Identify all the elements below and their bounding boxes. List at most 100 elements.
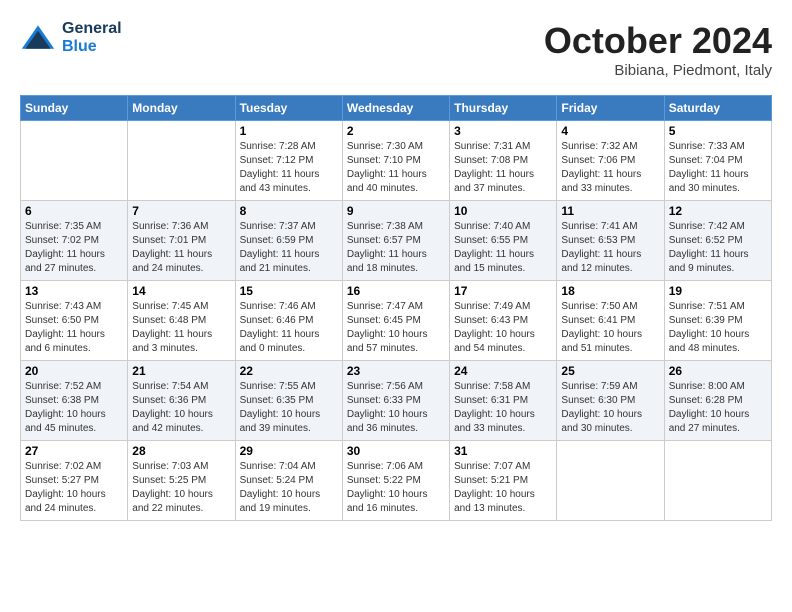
day-cell: 27 Sunrise: 7:02 AMSunset: 5:27 PMDayligh… [21,441,128,521]
header-tuesday: Tuesday [235,96,342,121]
header-thursday: Thursday [450,96,557,121]
header-friday: Friday [557,96,664,121]
calendar-table: SundayMondayTuesdayWednesdayThursdayFrid… [20,95,772,521]
day-cell: 4 Sunrise: 7:32 AMSunset: 7:06 PMDaylight… [557,121,664,201]
day-info: Sunrise: 8:00 AMSunset: 6:28 PMDaylight:… [669,380,767,436]
month-title: October 2024 [544,20,772,62]
day-cell [664,441,771,521]
day-info: Sunrise: 7:56 AMSunset: 6:33 PMDaylight:… [347,380,445,436]
day-info: Sunrise: 7:06 AMSunset: 5:22 PMDaylight:… [347,460,445,516]
day-info: Sunrise: 7:49 AMSunset: 6:43 PMDaylight:… [454,300,552,356]
day-number: 18 [561,284,659,298]
day-number: 23 [347,364,445,378]
day-number: 22 [240,364,338,378]
day-number: 28 [132,444,230,458]
day-number: 15 [240,284,338,298]
location-subtitle: Bibiana, Piedmont, Italy [544,62,772,79]
day-info: Sunrise: 7:02 AMSunset: 5:27 PMDaylight:… [25,460,123,516]
day-info: Sunrise: 7:52 AMSunset: 6:38 PMDaylight:… [25,380,123,436]
day-cell: 22 Sunrise: 7:55 AMSunset: 6:35 PMDayligh… [235,361,342,441]
logo-text: General Blue [62,20,122,56]
day-number: 2 [347,124,445,138]
day-info: Sunrise: 7:43 AMSunset: 6:50 PMDaylight:… [25,300,123,356]
day-cell: 16Sunrise: 7:47 AMSunset: 6:45 PMDayligh… [342,281,449,361]
day-info: Sunrise: 7:55 AMSunset: 6:35 PMDaylight:… [240,380,338,436]
day-cell: 1 Sunrise: 7:28 AMSunset: 7:12 PMDaylight… [235,121,342,201]
day-number: 19 [669,284,767,298]
day-cell: 19Sunrise: 7:51 AMSunset: 6:39 PMDayligh… [664,281,771,361]
day-number: 25 [561,364,659,378]
day-cell: 21 Sunrise: 7:54 AMSunset: 6:36 PMDayligh… [128,361,235,441]
day-info: Sunrise: 7:07 AMSunset: 5:21 PMDaylight:… [454,460,552,516]
day-info: Sunrise: 7:37 AMSunset: 6:59 PMDaylight:… [240,220,338,276]
day-cell: 8 Sunrise: 7:37 AMSunset: 6:59 PMDaylight… [235,201,342,281]
header-saturday: Saturday [664,96,771,121]
day-cell: 3 Sunrise: 7:31 AMSunset: 7:08 PMDaylight… [450,121,557,201]
day-info: Sunrise: 7:41 AMSunset: 6:53 PMDaylight:… [561,220,659,276]
header-sunday: Sunday [21,96,128,121]
day-info: Sunrise: 7:38 AMSunset: 6:57 PMDaylight:… [347,220,445,276]
day-cell: 7 Sunrise: 7:36 AMSunset: 7:01 PMDaylight… [128,201,235,281]
day-number: 30 [347,444,445,458]
day-info: Sunrise: 7:59 AMSunset: 6:30 PMDaylight:… [561,380,659,436]
day-info: Sunrise: 7:54 AMSunset: 6:36 PMDaylight:… [132,380,230,436]
day-cell: 9Sunrise: 7:38 AMSunset: 6:57 PMDaylight… [342,201,449,281]
day-info: Sunrise: 7:30 AMSunset: 7:10 PMDaylight:… [347,140,445,196]
day-cell: 11 Sunrise: 7:41 AMSunset: 6:53 PMDayligh… [557,201,664,281]
day-cell: 2 Sunrise: 7:30 AMSunset: 7:10 PMDaylight… [342,121,449,201]
week-row-1: 1 Sunrise: 7:28 AMSunset: 7:12 PMDaylight… [21,121,772,201]
day-cell: 13 Sunrise: 7:43 AMSunset: 6:50 PMDayligh… [21,281,128,361]
day-number: 1 [240,124,338,138]
day-info: Sunrise: 7:33 AMSunset: 7:04 PMDaylight:… [669,140,767,196]
day-cell: 14Sunrise: 7:45 AMSunset: 6:48 PMDayligh… [128,281,235,361]
week-row-2: 6Sunrise: 7:35 AMSunset: 7:02 PMDaylight… [21,201,772,281]
logo-icon [20,23,56,53]
day-number: 7 [132,204,230,218]
day-number: 8 [240,204,338,218]
day-cell: 12 Sunrise: 7:42 AMSunset: 6:52 PMDayligh… [664,201,771,281]
day-number: 14 [132,284,230,298]
day-number: 29 [240,444,338,458]
week-row-5: 27 Sunrise: 7:02 AMSunset: 5:27 PMDayligh… [21,441,772,521]
header-monday: Monday [128,96,235,121]
day-cell [557,441,664,521]
day-number: 26 [669,364,767,378]
day-info: Sunrise: 7:31 AMSunset: 7:08 PMDaylight:… [454,140,552,196]
day-info: Sunrise: 7:36 AMSunset: 7:01 PMDaylight:… [132,220,230,276]
day-info: Sunrise: 7:42 AMSunset: 6:52 PMDaylight:… [669,220,767,276]
page-header: General Blue October 2024 Bibiana, Piedm… [20,20,772,79]
day-info: Sunrise: 7:03 AMSunset: 5:25 PMDaylight:… [132,460,230,516]
header-wednesday: Wednesday [342,96,449,121]
day-cell: 24Sunrise: 7:58 AMSunset: 6:31 PMDayligh… [450,361,557,441]
day-info: Sunrise: 7:28 AMSunset: 7:12 PMDaylight:… [240,140,338,196]
day-number: 20 [25,364,123,378]
day-cell [21,121,128,201]
day-info: Sunrise: 7:46 AMSunset: 6:46 PMDaylight:… [240,300,338,356]
week-row-3: 13 Sunrise: 7:43 AMSunset: 6:50 PMDayligh… [21,281,772,361]
day-cell: 5Sunrise: 7:33 AMSunset: 7:04 PMDaylight… [664,121,771,201]
day-number: 12 [669,204,767,218]
day-number: 13 [25,284,123,298]
day-cell: 26 Sunrise: 8:00 AMSunset: 6:28 PMDayligh… [664,361,771,441]
day-number: 27 [25,444,123,458]
day-cell: 25 Sunrise: 7:59 AMSunset: 6:30 PMDayligh… [557,361,664,441]
day-info: Sunrise: 7:47 AMSunset: 6:45 PMDaylight:… [347,300,445,356]
header-row: SundayMondayTuesdayWednesdayThursdayFrid… [21,96,772,121]
day-info: Sunrise: 7:58 AMSunset: 6:31 PMDaylight:… [454,380,552,436]
week-row-4: 20 Sunrise: 7:52 AMSunset: 6:38 PMDayligh… [21,361,772,441]
day-number: 3 [454,124,552,138]
day-cell: 15 Sunrise: 7:46 AMSunset: 6:46 PMDayligh… [235,281,342,361]
day-info: Sunrise: 7:35 AMSunset: 7:02 PMDaylight:… [25,220,123,276]
day-info: Sunrise: 7:32 AMSunset: 7:06 PMDaylight:… [561,140,659,196]
day-number: 11 [561,204,659,218]
day-number: 4 [561,124,659,138]
day-cell: 23 Sunrise: 7:56 AMSunset: 6:33 PMDayligh… [342,361,449,441]
day-cell: 31Sunrise: 7:07 AMSunset: 5:21 PMDayligh… [450,441,557,521]
day-info: Sunrise: 7:50 AMSunset: 6:41 PMDaylight:… [561,300,659,356]
day-cell [128,121,235,201]
day-cell: 28 Sunrise: 7:03 AMSunset: 5:25 PMDayligh… [128,441,235,521]
day-info: Sunrise: 7:04 AMSunset: 5:24 PMDaylight:… [240,460,338,516]
day-number: 17 [454,284,552,298]
day-number: 21 [132,364,230,378]
day-cell: 18 Sunrise: 7:50 AMSunset: 6:41 PMDayligh… [557,281,664,361]
